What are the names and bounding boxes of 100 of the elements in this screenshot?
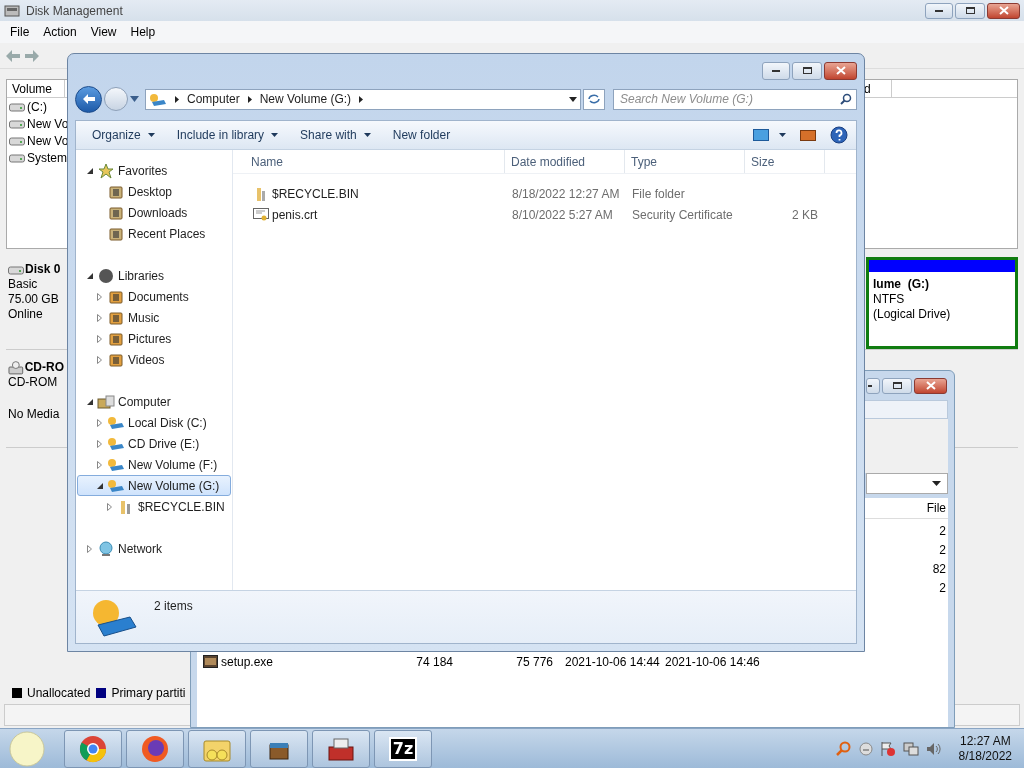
tree-item[interactable]: Network: [77, 538, 231, 559]
collapsed-arrow-icon[interactable]: [97, 460, 102, 469]
collapsed-arrow-icon[interactable]: [97, 292, 102, 301]
breadcrumb[interactable]: New Volume (G:): [259, 90, 352, 108]
collapsed-arrow-icon[interactable]: [97, 439, 102, 448]
table-cell-text: 2021-10-06 14:46: [665, 653, 761, 671]
partition-name: lume (G:): [873, 277, 930, 292]
tree-item[interactable]: New Volume (F:): [77, 454, 231, 475]
tree-item[interactable]: New Volume (G:): [77, 475, 231, 496]
taskbar-button[interactable]: [250, 729, 308, 768]
breadcrumb-arrow-icon[interactable]: [247, 95, 252, 103]
tree-item[interactable]: Music: [77, 307, 231, 328]
tree-item[interactable]: Videos: [77, 349, 231, 370]
dropdown-arrow-icon[interactable]: [779, 133, 786, 137]
back-button[interactable]: [75, 85, 102, 113]
file-row[interactable]: penis.crt 8/10/2022 5:27 AM Security Certificate 2 KB: [233, 204, 856, 225]
maximize-button[interactable]: [792, 61, 822, 80]
breadcrumb[interactable]: Computer: [187, 90, 240, 108]
expanded-arrow-icon[interactable]: [97, 482, 103, 489]
tree-item[interactable]: CD Drive (E:): [77, 433, 231, 454]
tree-item[interactable]: $RECYCLE.BIN: [77, 496, 231, 517]
tree-item[interactable]: Downloads: [77, 202, 231, 223]
drive-icon: [149, 92, 167, 106]
dropdown-arrow-icon[interactable]: [932, 481, 941, 486]
dropdown-arrow-icon[interactable]: [363, 133, 371, 137]
minimize-button[interactable]: [762, 61, 790, 80]
breadcrumb-arrow-icon[interactable]: [175, 95, 179, 103]
cd-drive-icon: [8, 360, 24, 375]
taskbar-button[interactable]: 7z: [374, 729, 432, 768]
tree-item[interactable]: Local Disk (C:): [77, 412, 231, 433]
close-button[interactable]: [914, 377, 947, 394]
preview-pane-icon[interactable]: [800, 129, 816, 141]
collapsed-arrow-icon[interactable]: [97, 334, 102, 343]
disk-type: CD-ROM: [8, 375, 59, 390]
collapsed-arrow-icon[interactable]: [87, 544, 92, 553]
address-bar[interactable]: Computer New Volume (G:): [145, 88, 581, 110]
drive-icon: [9, 135, 25, 146]
minimize-button[interactable]: [866, 377, 880, 394]
toolbar-button[interactable]: Share with: [292, 124, 379, 146]
maximize-icon: [802, 67, 812, 74]
refresh-icon: [587, 93, 601, 105]
view-icon[interactable]: [753, 129, 769, 141]
column-header[interactable]: Date modified: [505, 150, 625, 173]
maximize-button[interactable]: [882, 377, 912, 394]
tree-item[interactable]: Computer: [77, 391, 231, 412]
volume-name: (C:): [27, 98, 47, 116]
maximize-button[interactable]: [955, 2, 985, 19]
expanded-arrow-icon[interactable]: [87, 398, 93, 405]
column-header[interactable]: Name: [233, 150, 505, 173]
taskbar-button[interactable]: [64, 729, 122, 768]
column-header[interactable]: Size: [745, 150, 825, 173]
clock-date[interactable]: 8/18/2022: [958, 748, 1012, 764]
clock-time[interactable]: 12:27 AM: [959, 733, 1011, 749]
search-field[interactable]: Search New Volume (G:): [613, 88, 857, 110]
collapsed-arrow-icon[interactable]: [97, 418, 102, 427]
disk-status: Online: [8, 307, 44, 322]
window-title: Disk Management: [26, 2, 123, 20]
search-input[interactable]: Search New Volume (G:): [620, 90, 840, 108]
collapsed-arrow-icon[interactable]: [107, 502, 112, 511]
tree-item[interactable]: Favorites: [77, 160, 231, 181]
collapsed-arrow-icon[interactable]: [97, 313, 102, 322]
taskbar-button[interactable]: [126, 729, 184, 768]
toolbar-button[interactable]: Organize: [84, 124, 163, 146]
menu-item[interactable]: Help: [123, 23, 163, 41]
taskbar-button[interactable]: [312, 729, 370, 768]
search-icon[interactable]: [840, 93, 852, 105]
minimize-icon: [935, 9, 943, 12]
expanded-arrow-icon[interactable]: [87, 272, 93, 279]
close-button[interactable]: [987, 2, 1020, 19]
tree-item[interactable]: Desktop: [77, 181, 231, 202]
collapsed-arrow-icon[interactable]: [97, 355, 102, 364]
file-row[interactable]: $RECYCLE.BIN 8/18/2022 12:27 AM File folder: [233, 183, 856, 204]
minimize-icon: [772, 69, 780, 72]
network-icon[interactable]: [902, 740, 919, 757]
close-button[interactable]: [824, 61, 857, 80]
drive-icon: [107, 436, 125, 451]
globe-icon: [98, 540, 114, 557]
tree-item[interactable]: Pictures: [77, 328, 231, 349]
menu-item[interactable]: View: [83, 23, 124, 41]
column-header[interactable]: Type: [625, 150, 745, 173]
minimize-button[interactable]: [925, 2, 953, 19]
flag-icon[interactable]: [879, 740, 896, 757]
tree-item[interactable]: Documents: [77, 286, 231, 307]
tree-item[interactable]: Libraries: [77, 265, 231, 286]
partition-block[interactable]: lume (G:) NTFS (Logical Drive): [866, 257, 1018, 349]
disk-status: No Media: [8, 407, 61, 422]
dropdown-arrow-icon[interactable]: [569, 96, 577, 102]
expanded-arrow-icon[interactable]: [87, 167, 93, 174]
menu-item[interactable]: Action: [36, 23, 84, 41]
menu-item[interactable]: File: [3, 23, 37, 41]
dropdown-arrow-icon[interactable]: [271, 133, 279, 137]
dropdown-arrow-icon[interactable]: [147, 133, 155, 137]
fox-browser-icon: [141, 734, 169, 763]
help-icon[interactable]: [830, 126, 848, 144]
refresh-button[interactable]: [583, 88, 605, 110]
toolbar-button[interactable]: New folder: [384, 124, 459, 146]
breadcrumb-arrow-icon[interactable]: [359, 95, 364, 103]
toolbar-button[interactable]: Include in library: [168, 124, 287, 146]
close-icon: [925, 381, 936, 390]
tree-item[interactable]: Recent Places: [77, 223, 231, 244]
